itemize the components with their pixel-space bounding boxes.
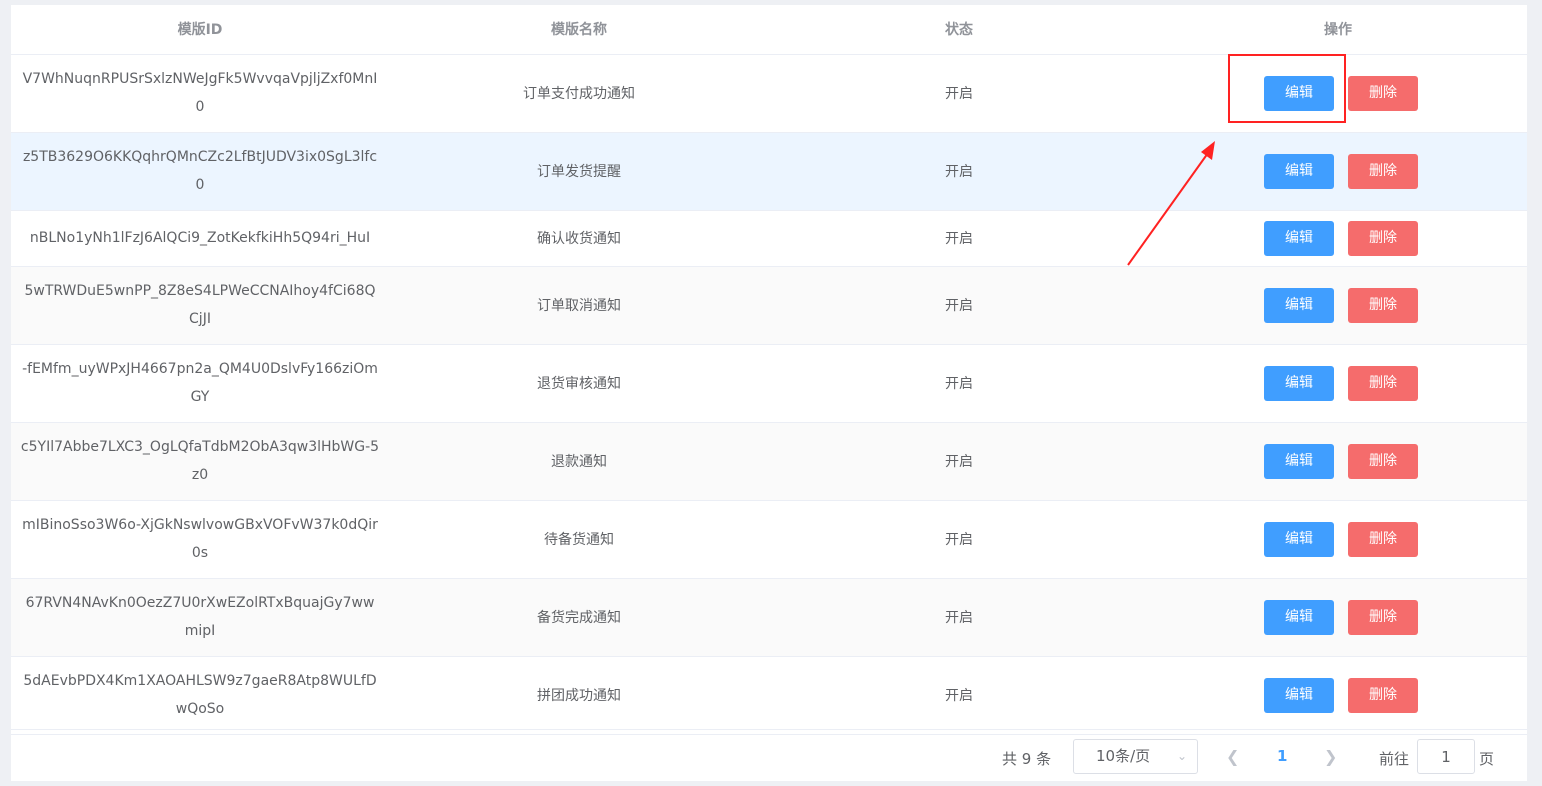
delete-button[interactable]: 删除	[1348, 75, 1418, 111]
edit-button[interactable]: 编辑	[1264, 153, 1334, 189]
cell-template-id: z5TB3629O6KKQqhrQMnCZc2LfBtJUDV3ix0SgL3l…	[11, 132, 389, 211]
cell-template-id: 5dAEvbPDX4Km1XAOAHLSW9z7gaeR8Atp8WULfDwQ…	[11, 656, 389, 735]
page-size-value: 10条/页	[1096, 747, 1151, 765]
cell-template-name: 订单取消通知	[389, 266, 769, 345]
pagination-goto-input[interactable]	[1417, 739, 1475, 774]
delete-button[interactable]: 删除	[1348, 599, 1418, 635]
cell-status: 开启	[769, 210, 1149, 267]
header-status: 状态	[769, 5, 1149, 55]
cell-template-id: 5wTRWDuE5wnPP_8Z8eS4LPWeCCNAIhoy4fCi68QC…	[11, 266, 389, 345]
cell-status: 开启	[769, 132, 1149, 211]
chevron-right-icon[interactable]: ❯	[1324, 747, 1337, 766]
edit-button[interactable]: 编辑	[1264, 677, 1334, 713]
cell-status: 开启	[769, 578, 1149, 657]
edit-button[interactable]: 编辑	[1264, 521, 1334, 557]
header-template-name: 模版名称	[389, 5, 769, 55]
cell-status: 开启	[769, 266, 1149, 345]
edit-button[interactable]: 编辑	[1264, 599, 1334, 635]
table-row: 5dAEvbPDX4Km1XAOAHLSW9z7gaeR8Atp8WULfDwQ…	[11, 656, 1527, 735]
header-template-id: 模版ID	[11, 5, 389, 55]
cell-template-name: 订单发货提醒	[389, 132, 769, 211]
cell-status: 开启	[769, 656, 1149, 735]
cell-template-name: 退货审核通知	[389, 344, 769, 423]
pagination-goto-label: 前往	[1379, 750, 1410, 768]
delete-button[interactable]: 删除	[1348, 521, 1418, 557]
edit-button[interactable]: 编辑	[1264, 365, 1334, 401]
delete-button[interactable]: 删除	[1348, 365, 1418, 401]
cell-actions: 编辑 删除	[1149, 344, 1527, 423]
table-row: -fEMfm_uyWPxJH4667pn2a_QM4U0DslvFy166ziO…	[11, 344, 1527, 423]
cell-status: 开启	[769, 500, 1149, 579]
cell-actions: 编辑 删除	[1149, 422, 1527, 501]
cell-actions: 编辑 删除	[1149, 266, 1527, 345]
cell-template-name: 订单支付成功通知	[389, 54, 769, 133]
table-row: z5TB3629O6KKQqhrQMnCZc2LfBtJUDV3ix0SgL3l…	[11, 132, 1527, 211]
pagination-current-page[interactable]: 1	[1277, 747, 1287, 765]
pagination-total: 共 9 条	[1002, 750, 1052, 768]
cell-template-id: 67RVN4NAvKn0OezZ7U0rXwEZolRTxBquajGy7wwm…	[11, 578, 389, 657]
page-size-select[interactable]: 10条/页 ⌄	[1073, 739, 1198, 774]
table-row: V7WhNuqnRPUSrSxlzNWeJgFk5WvvqaVpjljZxf0M…	[11, 54, 1527, 133]
template-table: 模版ID 模版名称 状态 操作 V7WhNuqnRPUSrSxlzNWeJgFk…	[11, 5, 1527, 735]
cell-template-name: 备货完成通知	[389, 578, 769, 657]
delete-button[interactable]: 删除	[1348, 153, 1418, 189]
cell-template-id: V7WhNuqnRPUSrSxlzNWeJgFk5WvvqaVpjljZxf0M…	[11, 54, 389, 133]
cell-template-id: c5YIl7Abbe7LXC3_OgLQfaTdbM2ObA3qw3lHbWG-…	[11, 422, 389, 501]
cell-template-id: mIBinoSso3W6o-XjGkNswlvowGBxVOFvW37k0dQi…	[11, 500, 389, 579]
pagination-page-suffix: 页	[1479, 750, 1495, 768]
chevron-down-icon: ⌄	[1176, 749, 1187, 763]
cell-actions: 编辑 删除	[1149, 54, 1527, 133]
cell-actions: 编辑 删除	[1149, 500, 1527, 579]
cell-template-name: 退款通知	[389, 422, 769, 501]
table-row: c5YIl7Abbe7LXC3_OgLQfaTdbM2ObA3qw3lHbWG-…	[11, 422, 1527, 501]
table-header-row: 模版ID 模版名称 状态 操作	[11, 5, 1527, 55]
cell-template-name: 待备货通知	[389, 500, 769, 579]
edit-button[interactable]: 编辑	[1264, 220, 1334, 256]
cell-status: 开启	[769, 344, 1149, 423]
table-row: 5wTRWDuE5wnPP_8Z8eS4LPWeCCNAIhoy4fCi68QC…	[11, 266, 1527, 345]
delete-button[interactable]: 删除	[1348, 443, 1418, 479]
header-actions: 操作	[1149, 5, 1527, 55]
cell-status: 开启	[769, 54, 1149, 133]
cell-template-id: -fEMfm_uyWPxJH4667pn2a_QM4U0DslvFy166ziO…	[11, 344, 389, 423]
edit-button[interactable]: 编辑	[1264, 75, 1334, 111]
template-table-panel: 模版ID 模版名称 状态 操作 V7WhNuqnRPUSrSxlzNWeJgFk…	[11, 5, 1527, 781]
cell-status: 开启	[769, 422, 1149, 501]
table-row: 67RVN4NAvKn0OezZ7U0rXwEZolRTxBquajGy7wwm…	[11, 578, 1527, 657]
table-row: nBLNo1yNh1lFzJ6AlQCi9_ZotKekfkiHh5Q94ri_…	[11, 210, 1527, 267]
cell-actions: 编辑 删除	[1149, 656, 1527, 735]
cell-template-name: 确认收货通知	[389, 210, 769, 267]
chevron-left-icon[interactable]: ❮	[1226, 747, 1239, 766]
cell-template-id: nBLNo1yNh1lFzJ6AlQCi9_ZotKekfkiHh5Q94ri_…	[11, 210, 389, 267]
cell-template-name: 拼团成功通知	[389, 656, 769, 735]
delete-button[interactable]: 删除	[1348, 677, 1418, 713]
delete-button[interactable]: 删除	[1348, 220, 1418, 256]
table-row: mIBinoSso3W6o-XjGkNswlvowGBxVOFvW37k0dQi…	[11, 500, 1527, 579]
edit-button[interactable]: 编辑	[1264, 443, 1334, 479]
edit-button[interactable]: 编辑	[1264, 287, 1334, 323]
cell-actions: 编辑 删除	[1149, 132, 1527, 211]
cell-actions: 编辑 删除	[1149, 210, 1527, 267]
delete-button[interactable]: 删除	[1348, 287, 1418, 323]
pagination: 共 9 条 10条/页 ⌄ ❮ 1 ❯ 前往 页	[11, 729, 1527, 781]
cell-actions: 编辑 删除	[1149, 578, 1527, 657]
